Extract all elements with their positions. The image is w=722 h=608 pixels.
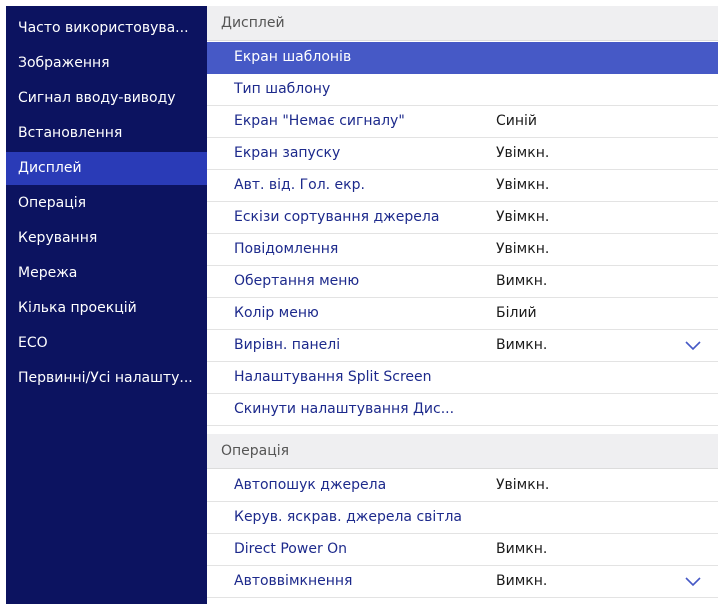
sidebar-item-frequently-used[interactable]: Часто використовува... xyxy=(6,12,207,45)
row-value: Вимкн. xyxy=(496,541,548,557)
sidebar-item-initial-settings[interactable]: Первинні/Усі налашту... xyxy=(6,362,207,395)
chevron-down-icon[interactable] xyxy=(685,339,701,351)
row-label: Керув. яскрав. джерела світла xyxy=(234,509,462,525)
row-label: Скинути налаштування Дис... xyxy=(234,401,455,417)
row-value: Увімкн. xyxy=(496,241,550,257)
menu-row-brightness-control[interactable]: Керув. яскрав. джерела світла xyxy=(207,502,718,534)
row-label: Автоввімкнення xyxy=(234,573,353,589)
chevron-down-icon[interactable] xyxy=(685,575,701,587)
row-label: Екран запуску xyxy=(234,145,341,161)
row-label: Вирівн. панелі xyxy=(234,337,341,353)
menu-row-startup-screen[interactable]: Екран запуску Увімкн. xyxy=(207,138,718,170)
sidebar-item-signal-io[interactable]: Сигнал вводу-виводу xyxy=(6,82,207,115)
section-header-display: Дисплей xyxy=(207,6,718,41)
row-label: Обертання меню xyxy=(234,273,360,289)
menu-row-menu-rotation[interactable]: Обертання меню Вимкн. xyxy=(207,266,718,298)
row-value: Білий xyxy=(496,305,537,321)
settings-panel: Дисплей Екран шаблонів Тип шаблону Екран… xyxy=(207,6,718,604)
menu-row-menu-color[interactable]: Колір меню Білий xyxy=(207,298,718,330)
projector-menu: Часто використовува... Зображення Сигнал… xyxy=(6,6,718,604)
row-value: Увімкн. xyxy=(496,477,550,493)
menu-row-auto-home-screen[interactable]: Авт. від. Гол. екр. Увімкн. xyxy=(207,170,718,202)
row-label: Повідомлення xyxy=(234,241,339,257)
row-value: Вимкн. xyxy=(496,573,548,589)
sidebar-item-display[interactable]: Дисплей xyxy=(6,152,207,185)
row-value: Вимкн. xyxy=(496,273,548,289)
row-label: Direct Power On xyxy=(234,541,348,557)
sidebar-item-installation[interactable]: Встановлення xyxy=(6,117,207,150)
menu-row-no-signal-screen[interactable]: Екран "Немає сигналу" Синій xyxy=(207,106,718,138)
menu-row-pattern-display[interactable]: Екран шаблонів xyxy=(207,42,718,74)
row-value: Увімкн. xyxy=(496,177,550,193)
menu-row-direct-power-on[interactable]: Direct Power On Вимкн. xyxy=(207,534,718,566)
menu-row-messages[interactable]: Повідомлення Увімкн. xyxy=(207,234,718,266)
sidebar-item-multi-projection[interactable]: Кілька проекцій xyxy=(6,292,207,325)
row-label: Екран "Немає сигналу" xyxy=(234,113,405,129)
sidebar-item-operation[interactable]: Операція xyxy=(6,187,207,220)
menu-row-reset-display[interactable]: Скинути налаштування Дис... xyxy=(207,394,718,426)
sidebar-item-network[interactable]: Мережа xyxy=(6,257,207,290)
row-label: Налаштування Split Screen xyxy=(234,369,432,385)
menu-row-auto-source-search[interactable]: Автопошук джерела Увімкн. xyxy=(207,470,718,502)
row-label: Колір меню xyxy=(234,305,319,321)
row-value: Вимкн. xyxy=(496,337,548,353)
row-value: Увімкн. xyxy=(496,209,550,225)
section-header-operation: Операція xyxy=(207,434,718,469)
sidebar-item-image[interactable]: Зображення xyxy=(6,47,207,80)
row-label: Авт. від. Гол. екр. xyxy=(234,177,365,193)
menu-row-auto-power-on[interactable]: Автоввімкнення Вимкн. xyxy=(207,566,718,598)
sidebar-item-eco[interactable]: ECO xyxy=(6,327,207,360)
row-label: Екран шаблонів xyxy=(234,49,352,65)
sidebar: Часто використовува... Зображення Сигнал… xyxy=(6,6,207,604)
row-value: Синій xyxy=(496,113,538,129)
sidebar-item-management[interactable]: Керування xyxy=(6,222,207,255)
menu-row-panel-alignment[interactable]: Вирівн. панелі Вимкн. xyxy=(207,330,718,362)
row-label: Тип шаблону xyxy=(234,81,331,97)
menu-row-source-thumbnails[interactable]: Ескізи сортування джерела Увімкн. xyxy=(207,202,718,234)
row-label: Автопошук джерела xyxy=(234,477,387,493)
row-label: Ескізи сортування джерела xyxy=(234,209,440,225)
menu-row-split-screen[interactable]: Налаштування Split Screen xyxy=(207,362,718,394)
row-value: Увімкн. xyxy=(496,145,550,161)
menu-row-pattern-type[interactable]: Тип шаблону xyxy=(207,74,718,106)
